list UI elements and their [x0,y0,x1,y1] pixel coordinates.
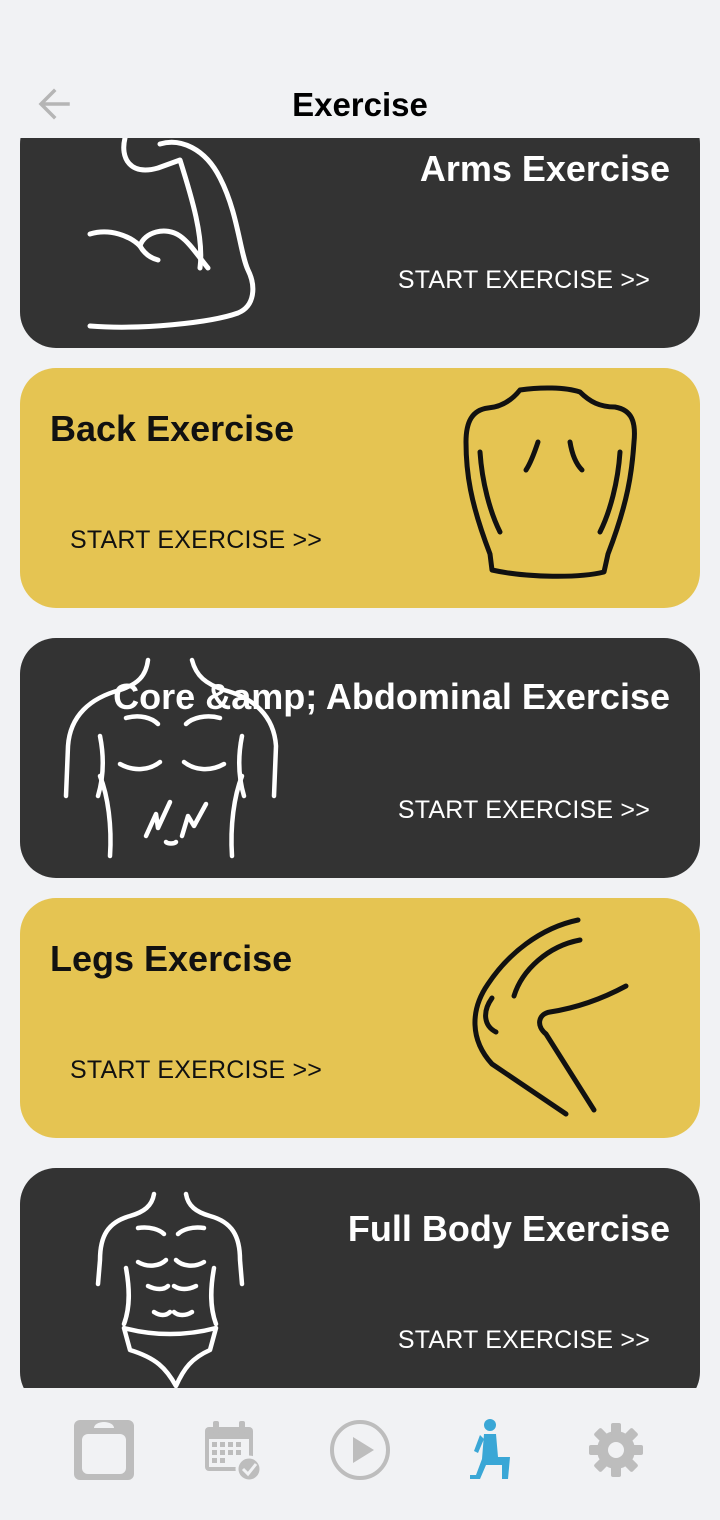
card-title: Back Exercise [50,408,295,449]
arms-exercise-card[interactable]: Arms Exercise START EXERCISE >> [20,138,700,348]
page-title: Exercise [292,86,428,123]
gear-icon [589,1423,643,1477]
exercise-person-icon [470,1419,510,1479]
nav-play[interactable] [320,1410,400,1490]
header: Exercise [0,0,720,138]
leg-knee-icon [460,914,640,1124]
flexed-arm-icon [80,138,280,333]
legs-exercise-card[interactable]: Legs Exercise START EXERCISE >> [20,898,700,1138]
bottom-nav [0,1388,720,1520]
start-exercise-link[interactable]: START EXERCISE >> [398,796,650,825]
full-body-icon [94,1190,254,1388]
core-abdominal-exercise-card[interactable]: Core &amp; Abdominal Exercise START EXER… [20,638,700,878]
card-title: Arms Exercise [419,148,670,189]
start-exercise-link[interactable]: START EXERCISE >> [70,1056,322,1085]
back-exercise-card[interactable]: Back Exercise START EXERCISE >> [20,368,700,608]
start-exercise-link[interactable]: START EXERCISE >> [398,266,650,295]
card-title: Full Body Exercise [347,1208,670,1249]
play-circle-icon [330,1420,390,1480]
scale-icon [74,1420,134,1480]
nav-settings[interactable] [576,1410,656,1490]
full-body-exercise-card[interactable]: Full Body Exercise START EXERCISE >> [20,1168,700,1388]
start-exercise-link[interactable]: START EXERCISE >> [398,1326,650,1355]
nav-calendar[interactable] [192,1410,272,1490]
nav-weight[interactable] [64,1410,144,1490]
start-exercise-link[interactable]: START EXERCISE >> [70,526,322,555]
nav-exercise[interactable] [448,1410,528,1490]
card-title: Core &amp; Abdominal Exercise [113,676,670,717]
calendar-check-icon [205,1421,263,1483]
back-torso-icon [450,382,650,592]
card-title: Legs Exercise [50,938,293,979]
exercise-list[interactable]: Arms Exercise START EXERCISE >> Back Exe… [0,138,720,1388]
